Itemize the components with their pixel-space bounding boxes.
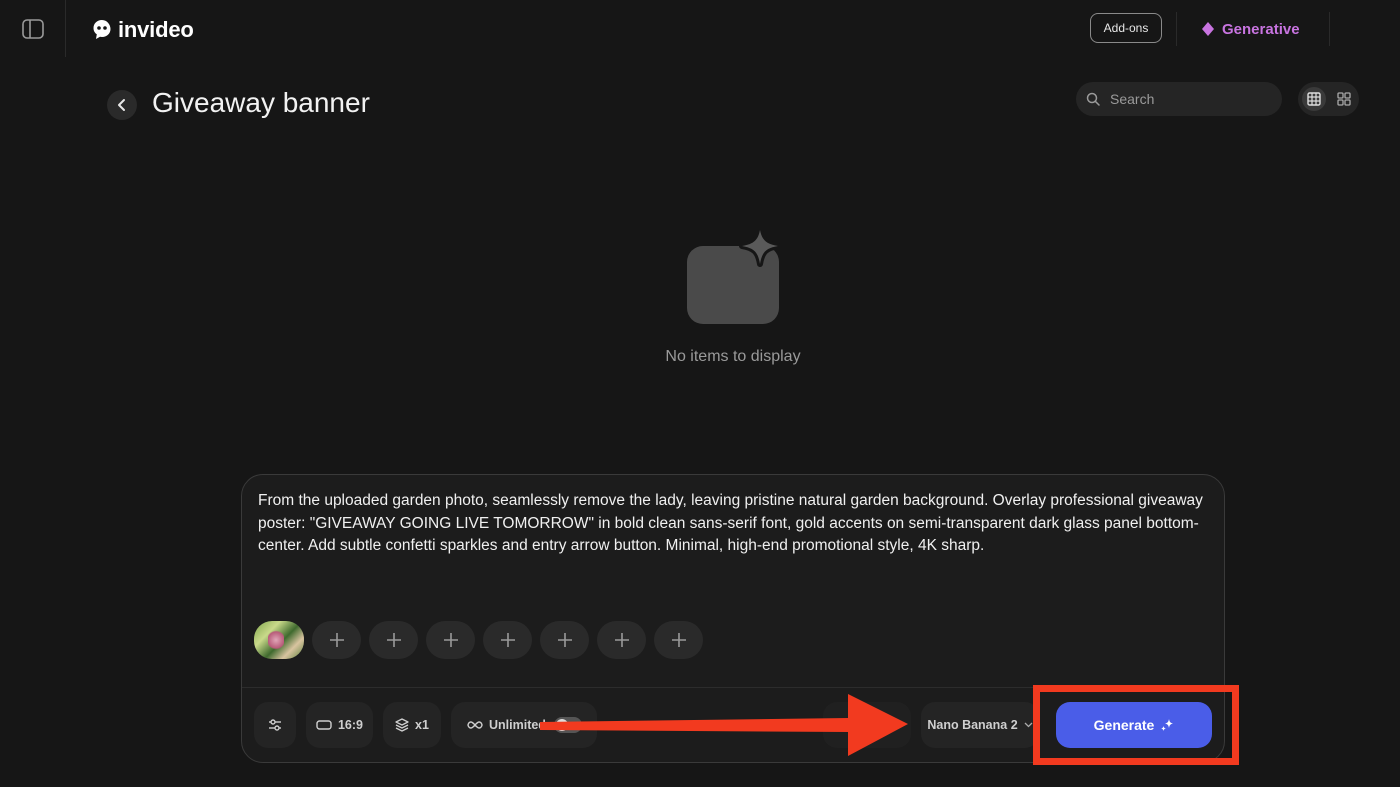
aspect-ratio-button[interactable]: 16:9 — [306, 702, 373, 748]
layers-icon — [395, 718, 409, 732]
settings-button[interactable] — [254, 702, 296, 748]
uploaded-image-thumbnail[interactable] — [254, 621, 304, 659]
add-attachment-button[interactable] — [654, 621, 703, 659]
search-icon — [1086, 92, 1100, 106]
image-sparkle-icon — [687, 230, 781, 324]
count-label: x1 — [415, 718, 429, 732]
aspect-ratio-icon — [316, 720, 332, 730]
plus-icon — [557, 633, 572, 647]
back-button[interactable] — [107, 90, 137, 120]
sliders-icon — [269, 719, 281, 731]
prompt-input[interactable]: From the uploaded garden photo, seamless… — [258, 490, 1208, 558]
generate-label: Generate — [1093, 717, 1155, 733]
search-box[interactable] — [1076, 82, 1282, 116]
infinity-icon — [467, 721, 483, 729]
model-label: Nano Banana 2 — [927, 718, 1018, 732]
grid-large-icon — [1306, 92, 1321, 106]
plus-icon — [443, 633, 458, 647]
plus-icon — [329, 633, 344, 647]
divider — [1176, 12, 1177, 46]
model-select[interactable]: Nano Banana 2 — [921, 702, 1039, 748]
grid-small-icon — [1336, 92, 1351, 106]
grid-large-view-button[interactable] — [1301, 87, 1326, 111]
unlimited-switch[interactable] — [553, 717, 582, 733]
plus-icon — [614, 633, 629, 647]
logo-text: invideo — [118, 17, 194, 42]
add-attachment-button[interactable] — [540, 621, 589, 659]
generative-button[interactable]: Generative — [1202, 19, 1300, 39]
plus-icon — [500, 633, 515, 647]
aspect-ratio-label: 16:9 — [337, 718, 364, 732]
add-attachment-button[interactable] — [426, 621, 475, 659]
sidebar-toggle-icon — [22, 19, 44, 39]
search-input[interactable] — [1108, 90, 1272, 108]
chevron-down-icon — [1024, 722, 1033, 728]
add-attachment-button[interactable] — [597, 621, 646, 659]
logo[interactable]: invideo — [90, 15, 194, 45]
option-button[interactable] — [823, 702, 911, 748]
diamond-icon — [1202, 22, 1214, 36]
plus-icon — [671, 633, 686, 647]
sparkle-icon — [1161, 719, 1174, 731]
view-toggle — [1298, 82, 1359, 116]
add-attachment-button[interactable] — [483, 621, 532, 659]
add-attachment-button[interactable] — [312, 621, 361, 659]
divider — [1329, 12, 1330, 46]
divider — [242, 687, 1224, 688]
divider — [65, 0, 66, 57]
attachment-row — [254, 621, 703, 659]
page-title: Giveaway banner — [152, 87, 370, 118]
grid-small-view-button[interactable] — [1332, 87, 1356, 111]
chevron-left-icon — [118, 99, 125, 111]
generate-button[interactable]: Generate — [1056, 702, 1212, 748]
unlimited-label: Unlimited — [489, 718, 546, 732]
add-attachment-button[interactable] — [369, 621, 418, 659]
count-button[interactable]: x1 — [383, 702, 441, 748]
addons-button[interactable]: Add-ons — [1090, 13, 1162, 43]
plus-icon — [386, 633, 401, 647]
unlimited-toggle[interactable]: Unlimited — [451, 702, 597, 748]
sidebar-toggle-button[interactable] — [20, 18, 46, 40]
generative-label: Generative — [1222, 20, 1300, 38]
logo-ghost-icon — [93, 20, 111, 39]
empty-state-text: No items to display — [665, 348, 801, 365]
